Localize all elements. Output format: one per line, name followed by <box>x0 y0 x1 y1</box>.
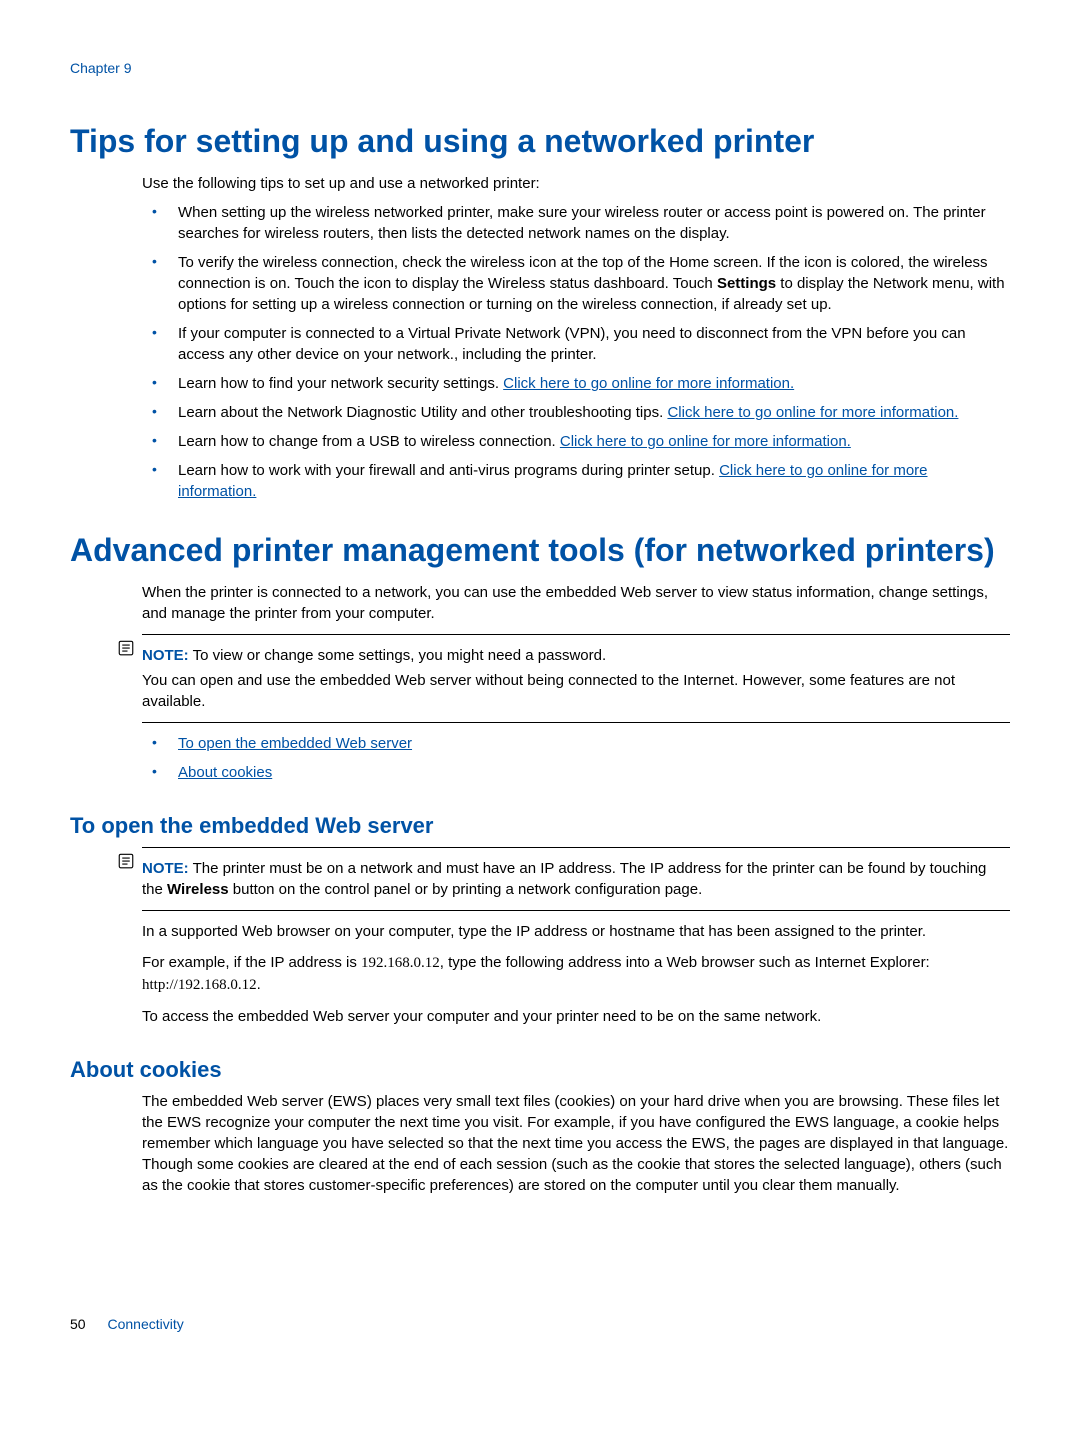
advanced-body: When the printer is connected to a netwo… <box>142 582 1010 783</box>
list-item: Learn how to work with your firewall and… <box>142 460 1010 502</box>
list-item: If your computer is connected to a Virtu… <box>142 323 1010 365</box>
list-item: About cookies <box>142 762 1010 783</box>
chapter-label: Chapter 9 <box>70 60 1010 76</box>
ews-body: NOTE: The printer must be on a network a… <box>142 847 1010 1027</box>
note-icon <box>117 852 135 870</box>
external-link[interactable]: Click here to go online for more informa… <box>560 433 851 450</box>
cookies-body: The embedded Web server (EWS) places ver… <box>142 1091 1010 1196</box>
external-link[interactable]: Click here to go online for more informa… <box>503 375 794 392</box>
note-box-1: NOTE: To view or change some settings, y… <box>142 634 1010 723</box>
tips-intro: Use the following tips to set up and use… <box>142 173 1010 194</box>
page-footer: 50 Connectivity <box>70 1316 1010 1332</box>
page-number: 50 <box>70 1316 86 1332</box>
heading-cookies: About cookies <box>70 1057 1010 1083</box>
list-item: When setting up the wireless networked p… <box>142 202 1010 244</box>
list-item: Learn about the Network Diagnostic Utili… <box>142 402 1010 423</box>
document-page: Chapter 9 Tips for setting up and using … <box>0 0 1080 1402</box>
note-icon <box>117 639 135 657</box>
paragraph: In a supported Web browser on your compu… <box>142 921 1010 942</box>
footer-section: Connectivity <box>107 1316 183 1332</box>
heading-advanced: Advanced printer management tools (for n… <box>70 530 1010 570</box>
paragraph: The embedded Web server (EWS) places ver… <box>142 1091 1010 1196</box>
advanced-intro: When the printer is connected to a netwo… <box>142 582 1010 624</box>
heading-ews: To open the embedded Web server <box>70 813 1010 839</box>
note-label: NOTE: <box>142 860 189 877</box>
toc-list: To open the embedded Web server About co… <box>142 733 1010 783</box>
paragraph: To access the embedded Web server your c… <box>142 1006 1010 1027</box>
internal-link[interactable]: To open the embedded Web server <box>178 735 412 752</box>
tips-body: Use the following tips to set up and use… <box>142 173 1010 502</box>
note-box-2: NOTE: The printer must be on a network a… <box>142 847 1010 911</box>
paragraph: For example, if the IP address is 192.16… <box>142 952 1010 996</box>
heading-tips: Tips for setting up and using a networke… <box>70 121 1010 161</box>
external-link[interactable]: Click here to go online for more informa… <box>667 404 958 421</box>
internal-link[interactable]: About cookies <box>178 764 272 781</box>
tips-list: When setting up the wireless networked p… <box>142 202 1010 502</box>
list-item: To verify the wireless connection, check… <box>142 252 1010 315</box>
list-item: Learn how to find your network security … <box>142 373 1010 394</box>
list-item: To open the embedded Web server <box>142 733 1010 754</box>
list-item: Learn how to change from a USB to wirele… <box>142 431 1010 452</box>
note-label: NOTE: <box>142 647 189 664</box>
